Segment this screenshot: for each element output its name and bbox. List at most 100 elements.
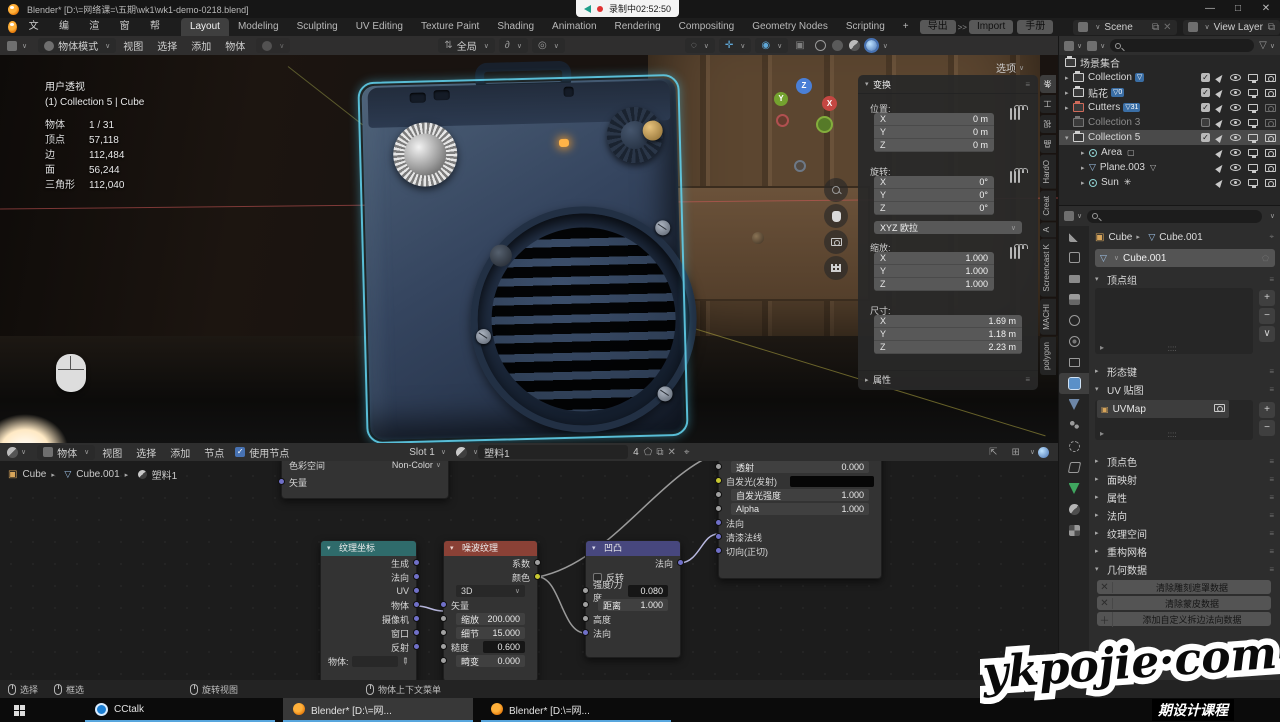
vertex-group-remove-button[interactable]: − [1259,308,1275,324]
blender-menu-icon[interactable] [8,21,17,33]
scale-z-field[interactable]: Z1.000 [874,278,994,291]
sidebar-tab-screencast[interactable]: Screencast K [1040,239,1056,297]
noise-out-color[interactable]: 颜色 [444,570,537,584]
menu-window[interactable]: 窗口 [112,18,142,36]
vertex-group-specials-button[interactable]: ∨ [1259,326,1275,342]
object-socket[interactable] [413,601,420,608]
mode-dropdown[interactable]: 物体模式∨ [38,38,116,53]
shading-solid-button[interactable] [832,40,843,51]
node-noise-texture[interactable]: ▾噪波纹理 系数 颜色 3D∨ 矢量 缩放200.000 细节15.000 糙度… [443,540,538,680]
transmission-socket[interactable] [715,463,722,470]
colorspace-dropdown[interactable]: Non-Color∨ [392,460,441,470]
sidebar-tab-machin3[interactable]: MACHI [1040,299,1056,335]
sidebar-tab-addon[interactable]: 晶 [1040,135,1056,153]
rotation-lock-icons[interactable] [1008,172,1022,182]
properties-search-input[interactable] [1087,210,1262,223]
tab-object[interactable] [1059,373,1089,394]
selectable-icon[interactable] [1215,73,1225,83]
sidebar-tab-polygon[interactable]: polygon [1040,337,1056,375]
add-workspace-button[interactable]: + [894,18,918,36]
render-disable-icon[interactable] [1265,104,1276,112]
texture-space-panel-header[interactable]: ▸纹理空间≡ [1089,524,1280,542]
rotation-y-field[interactable]: Y0° [874,189,994,202]
hide-icon[interactable] [1230,164,1241,171]
sidebar-tab-create[interactable]: Creat [1040,191,1056,221]
sidebar-tab-item[interactable]: 条 [1040,75,1056,93]
scale-lock-icons[interactable] [1008,248,1022,258]
render-disable-icon[interactable] [1265,149,1276,157]
taskbar-blender-2[interactable]: Blender* [D:\=网... [481,698,671,722]
tab-constraints[interactable] [1059,457,1089,478]
rotation-x-field[interactable]: X0° [874,176,994,189]
node-image-texture-partial[interactable]: 色彩空间 Non-Color∨ 矢量 [281,455,449,499]
tab-physics[interactable] [1059,436,1089,457]
collection-checkbox[interactable]: ✓ [1201,133,1210,142]
shader-menu-add[interactable]: 添加 [163,445,197,460]
sidebar-tab-view[interactable]: 视 [1040,115,1056,133]
generated-socket[interactable] [413,559,420,566]
render-disable-icon[interactable] [1265,179,1276,187]
outliner-row-scene-collection[interactable]: 场景集合 [1059,55,1280,70]
detail-socket[interactable] [440,629,447,636]
proportional-edit-dropdown[interactable]: ◎∨ [532,38,565,53]
snap-node-icon[interactable]: ⇱ [982,447,1004,458]
bump-distance-field[interactable]: 距离1.000 [586,598,680,612]
fake-user-shield-icon[interactable]: ⬠ [1262,254,1270,263]
hide-icon[interactable] [1230,149,1241,156]
workspace-tab-shading[interactable]: Shading [488,18,543,36]
workspace-tab-uv-editing[interactable]: UV Editing [347,18,412,36]
use-nodes-checkbox[interactable]: ✓使用节点 [235,445,289,460]
noise-roughness-field[interactable]: 糙度 0.600 [444,640,537,654]
viewport-menu-view[interactable]: 视图 [116,38,150,53]
selectable-icon[interactable] [1215,133,1225,143]
tab-object-data[interactable] [1059,478,1089,499]
uv-map-add-button[interactable]: + [1259,402,1275,418]
workspace-tab-sculpting[interactable]: Sculpting [288,18,347,36]
breadcrumb-data[interactable]: Cube.001 [1159,232,1202,243]
hide-icon[interactable] [1230,89,1241,96]
texcoord-out-reflection[interactable]: 反射 [321,640,416,654]
transform-orientation-dropdown[interactable]: ⇅全局∨ [438,38,495,53]
collection-checkbox[interactable]: ✓ [1201,73,1210,82]
collection-checkbox[interactable] [1201,118,1210,127]
menu-file[interactable]: 文件 [21,18,51,36]
selectable-icon[interactable] [1215,88,1225,98]
normal-socket[interactable] [715,519,722,526]
tab-collection[interactable] [1059,352,1089,373]
hide-icon[interactable] [1230,179,1241,186]
location-z-field[interactable]: Z0 m [874,139,994,152]
menu-render[interactable]: 渲染 [81,18,111,36]
breadcrumb-mesh[interactable]: Cube.001 [76,469,119,480]
color-socket[interactable] [534,573,541,580]
viewport-disable-icon[interactable] [1248,89,1258,96]
collection-checkbox[interactable]: ✓ [1201,88,1210,97]
minimize-button[interactable]: — [1196,0,1224,18]
bump-strength-field[interactable]: 强度/力度 0.080 [586,584,680,598]
fake-user-shield-icon[interactable]: ⬠ [644,447,653,458]
vector-input-socket[interactable] [278,478,285,485]
viewport-disable-icon[interactable] [1248,119,1258,126]
tab-particles[interactable] [1059,415,1089,436]
tab-modifiers[interactable] [1059,394,1089,415]
zoom-button[interactable] [824,178,848,202]
viewport-menu-select[interactable]: 选择 [150,38,184,53]
outliner-row-area[interactable]: ▸ Area▢ [1059,145,1280,160]
view-layer-selector[interactable]: ∨ View Layer ⧉ [1183,20,1280,35]
uv-maps-list[interactable]: ▣ UVMap ▸ :::: + − [1095,400,1253,440]
render-disable-icon[interactable] [1265,74,1276,82]
viewport-options-dropdown[interactable]: 选项∨ [996,60,1024,75]
node-bump[interactable]: ▾凹凸 法向 反转 强度/力度 0.080 距离1.000 高度 法向 [585,540,681,658]
sidebar-tab-a[interactable]: A [1040,222,1056,237]
tab-view-layer[interactable] [1059,289,1089,310]
new-material-copy-icon[interactable]: ⧉ [656,447,663,458]
taskbar-cctalk[interactable]: CCtalk [85,698,275,722]
reflection-socket[interactable] [413,643,420,650]
location-x-field[interactable]: X0 m [874,113,994,126]
fac-socket[interactable] [534,559,541,566]
material-users-count[interactable]: 4 [633,447,639,458]
scale-socket[interactable] [440,615,447,622]
shading-dropdown-caret[interactable]: ∨ [883,42,888,50]
clear-skin-data-button[interactable]: ✕清除蒙皮数据 [1097,596,1271,610]
material-browse-dropdown[interactable]: ∨ [456,447,478,458]
outliner-display-mode-dropdown[interactable]: ∨ [1064,41,1082,51]
